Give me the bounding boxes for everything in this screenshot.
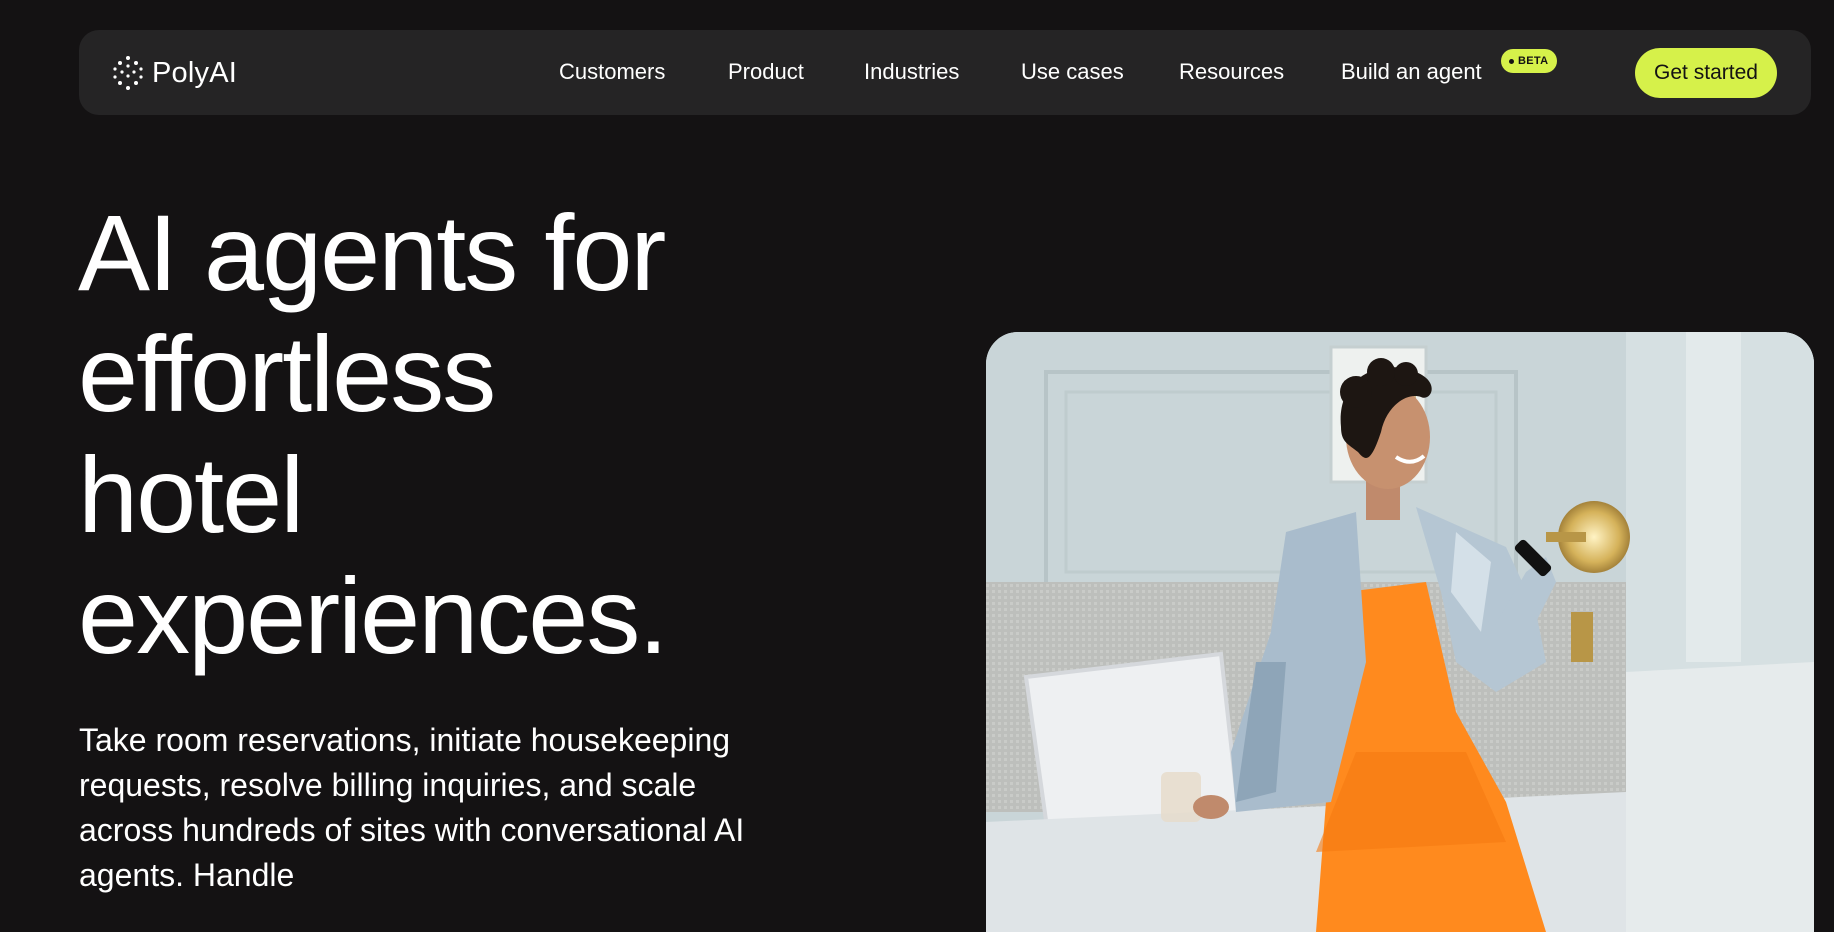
nav-item-build-an-agent[interactable]: Build an agent — [1341, 59, 1482, 85]
beta-badge: BETA — [1501, 49, 1558, 73]
hero-description: Take room reservations, initiate houseke… — [79, 722, 745, 893]
nav-item-industries[interactable]: Industries — [864, 59, 959, 85]
hero-title-line: effortless — [78, 313, 496, 434]
hero-title-line: AI agents for — [78, 192, 666, 313]
nav-item-use-cases[interactable]: Use cases — [1021, 59, 1124, 85]
hero-photo-illustration — [986, 332, 1814, 932]
nav-item-product[interactable]: Product — [728, 59, 804, 85]
hero-title-line: experiences. — [78, 555, 668, 676]
nav-item-customers[interactable]: Customers — [559, 59, 665, 85]
hero-title-line: hotel — [78, 434, 304, 555]
top-navbar: PolyAI Customers Product Industries Use … — [79, 30, 1811, 115]
hero-photo — [986, 332, 1814, 932]
nav-item-resources[interactable]: Resources — [1179, 59, 1284, 85]
beta-badge-label: BETA — [1518, 55, 1549, 67]
hero-title: AI agents for effortless hotel experienc… — [78, 192, 898, 676]
get-started-button[interactable]: Get started — [1635, 48, 1777, 98]
main-nav: Customers Product Industries Use cases R… — [79, 30, 1811, 115]
beta-dot-icon — [1509, 58, 1514, 64]
